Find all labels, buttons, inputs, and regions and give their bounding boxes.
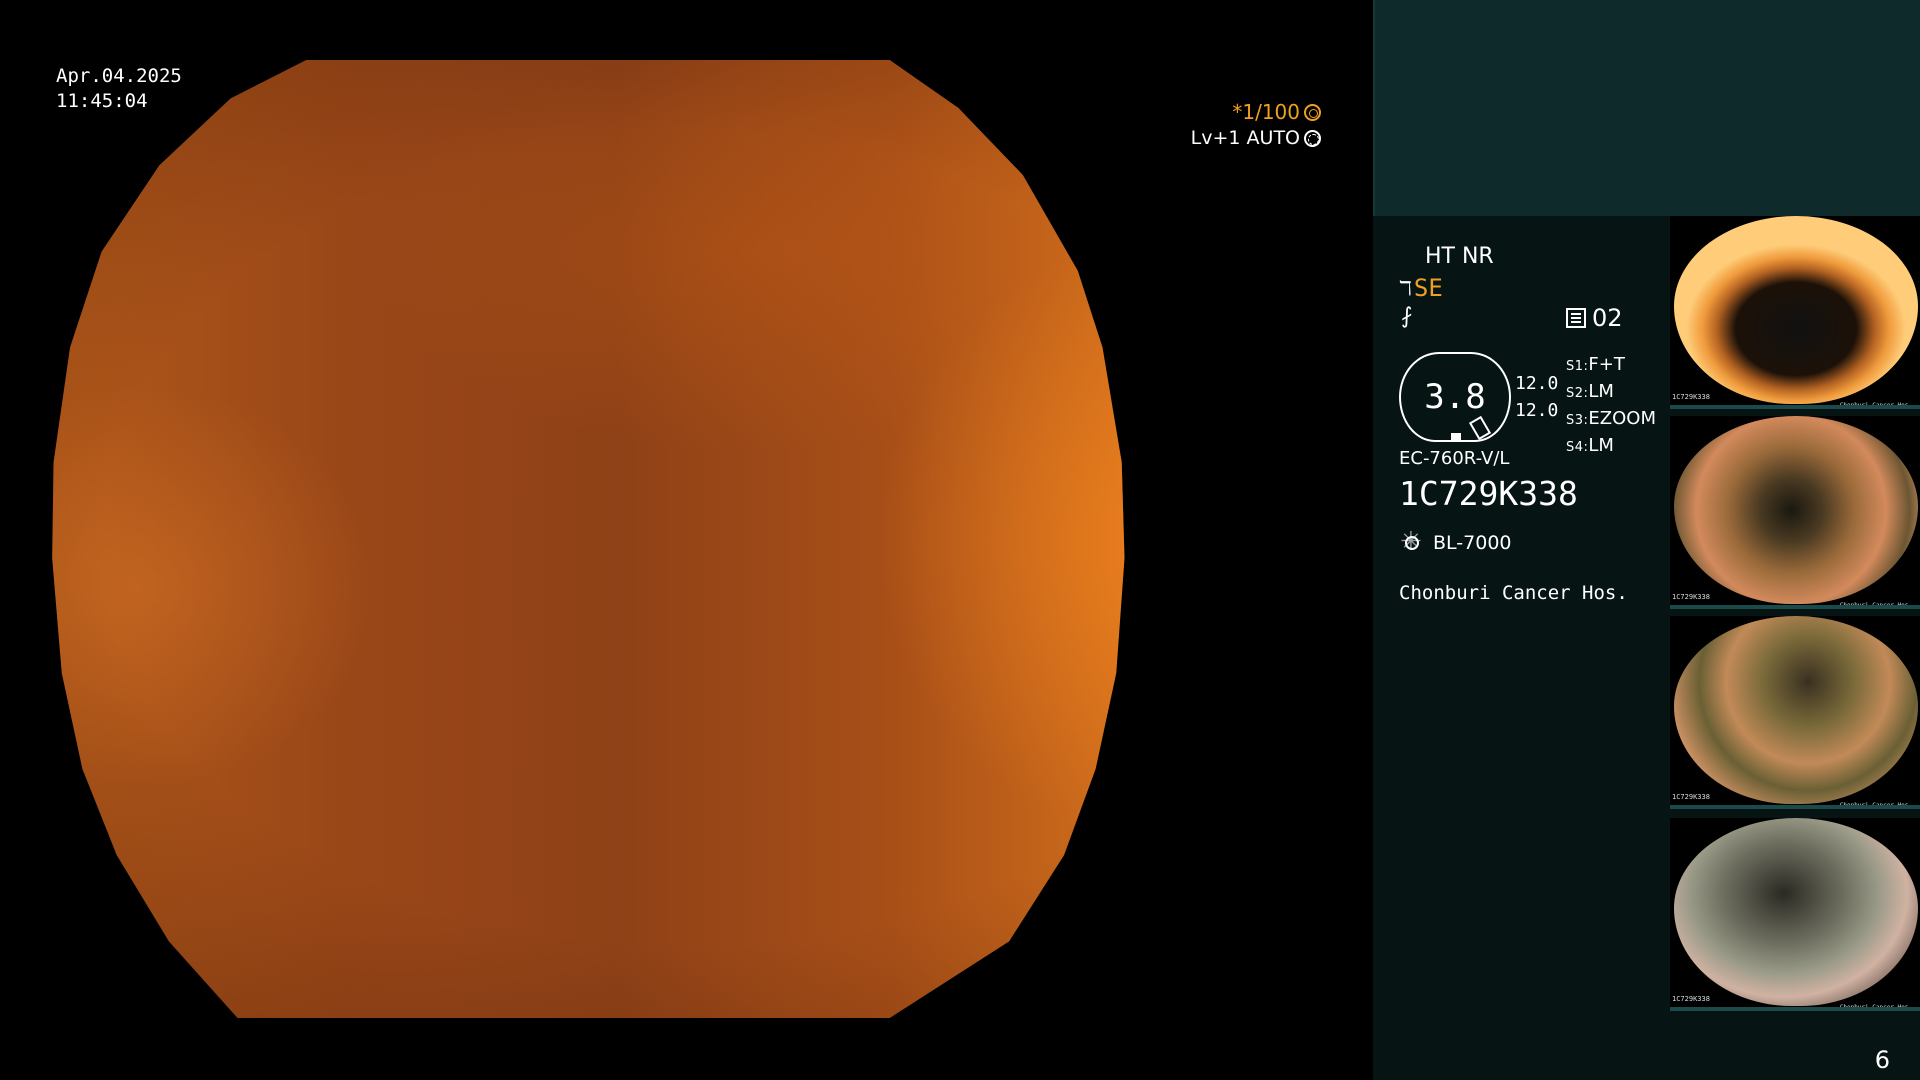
exposure-text: Lv+1 AUTO [1190, 127, 1300, 149]
thumbnail-bar [1670, 805, 1920, 809]
focus-values: 12.0 12.0 [1515, 370, 1558, 424]
f-symbol: ⨏ [1401, 304, 1413, 329]
thumbnail-image [1674, 216, 1918, 404]
thumbnail-label: 1C729K338 [1672, 995, 1710, 1003]
thumbnail[interactable]: 1C729K338 Chonburi Cancer Hos. [1670, 216, 1920, 409]
patient-info-area [1373, 0, 1920, 216]
mode-icon [1566, 308, 1586, 328]
switch-list: S1:F+T S2:LM S3:EZOOM S4:LM [1566, 352, 1656, 460]
thumbnail-bar [1670, 605, 1920, 609]
date-text: Apr.04.2025 [56, 65, 182, 87]
ht-nr-label: HT NR [1425, 244, 1494, 269]
hospital-name: Chonburi Cancer Hos. [1399, 582, 1628, 604]
switch-item: S1:F+T [1566, 354, 1625, 375]
thumbnail-image [1674, 416, 1918, 604]
thumbnail[interactable]: 1C729K338 Chonburi Cancer Hos. [1670, 416, 1920, 609]
thumbnail-bar [1670, 1007, 1920, 1011]
endoscope-main-view: Apr.04.2025 11:45:04 *1/100 Lv+1 AUTO [0, 0, 1373, 1080]
live-endoscopic-image [52, 60, 1125, 1018]
status-info: HT NR ℸ SE ⨏ 02 3.8 12.0 12.0 S1:F+T S2:… [1373, 216, 1670, 1080]
switch-item: S2:LM [1566, 381, 1614, 402]
light-source: BL-7000 [1399, 527, 1512, 557]
thumbnail-label: 1C729K338 [1672, 793, 1710, 801]
thumbnail-label: 1C729K338 [1672, 393, 1710, 401]
thumbnail-image [1674, 818, 1918, 1006]
light-source-icon [1399, 527, 1425, 557]
light-source-text: BL-7000 [1433, 532, 1512, 554]
focus-bottom: 12.0 [1515, 400, 1559, 421]
captured-thumbnails: 1C729K338 Chonburi Cancer Hos. 1C729K338… [1670, 216, 1920, 1016]
thumbnail-label: 1C729K338 [1672, 593, 1710, 601]
shutter-icon [1304, 103, 1321, 121]
thumbnail-image [1674, 616, 1918, 804]
scope-serial: 1C729K338 [1399, 474, 1578, 513]
thumbnail-bar [1670, 405, 1920, 409]
side-panel: HT NR ℸ SE ⨏ 02 3.8 12.0 12.0 S1:F+T S2:… [1373, 0, 1920, 1080]
structure-enhance-icon: ℸ [1399, 276, 1412, 300]
page-number: 6 [1874, 1046, 1890, 1074]
shutter-indicator: *1/100 [1232, 100, 1321, 124]
se-text: SE [1413, 274, 1443, 302]
mode-indicator: 02 [1566, 304, 1623, 332]
thumbnail[interactable]: 1C729K338 Chonburi Cancer Hos. [1670, 818, 1920, 1011]
focus-top: 12.0 [1515, 373, 1559, 394]
switch-item: S4:LM [1566, 435, 1614, 456]
scope-model: EC-760R-V/L [1399, 448, 1510, 469]
zoom-knob-icon [1468, 415, 1492, 441]
datetime-display: Apr.04.2025 11:45:04 [56, 64, 182, 114]
switch-item: S3:EZOOM [1566, 408, 1656, 429]
thumbnail[interactable]: 1C729K338 Chonburi Cancer Hos. [1670, 616, 1920, 809]
zoom-value: 3.8 [1424, 377, 1486, 417]
time-text: 11:45:04 [56, 90, 148, 112]
iris-icon [1304, 129, 1321, 147]
exposure-indicator: Lv+1 AUTO [1191, 127, 1321, 149]
zoom-indicator: 3.8 [1399, 352, 1511, 442]
zoom-marker [1451, 433, 1461, 441]
mode-number: 02 [1592, 304, 1623, 332]
shutter-text: *1/100 [1232, 100, 1300, 124]
se-indicator: ℸ SE [1399, 274, 1443, 302]
